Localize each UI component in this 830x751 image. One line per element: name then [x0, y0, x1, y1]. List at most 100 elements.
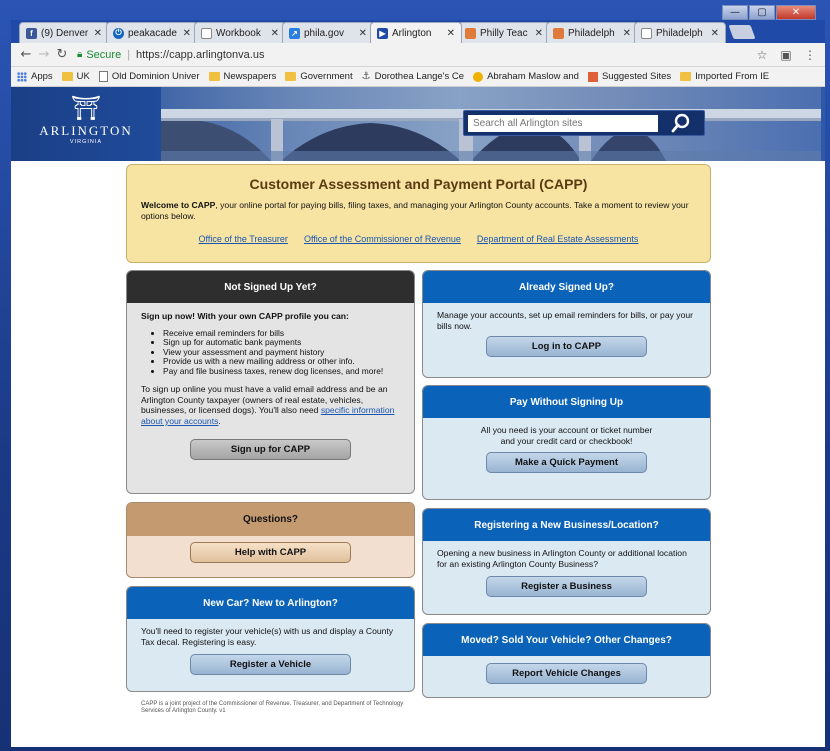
not-signed-up-panel: Not Signed Up Yet? Sign up now! With you…: [126, 270, 415, 494]
url-text[interactable]: https://capp.arlingtonva.us: [136, 49, 264, 61]
window-controls: — ▢ ✕: [722, 5, 816, 20]
phila-icon: ↗: [289, 27, 300, 39]
arlington-logo[interactable]: ⛩︎ ARLINGTON VIRGINIA: [31, 95, 141, 146]
tab-close-icon[interactable]: ✕: [359, 28, 367, 39]
star-icon[interactable]: ☆: [753, 48, 771, 62]
benefits-list: Receive email reminders for bills Sign u…: [163, 328, 400, 377]
help-button[interactable]: Help with CAPP: [190, 542, 351, 563]
extension-icon[interactable]: ▣: [777, 48, 795, 62]
page-icon: [641, 27, 652, 39]
arlington-house-icon: ⛩︎: [70, 95, 102, 122]
apps-icon: [17, 71, 27, 82]
bookmark-dorothea-lange[interactable]: ⚓︎ Dorothea Lange's Ce: [362, 71, 464, 82]
bookmark-label: Apps: [31, 71, 53, 82]
reload-icon[interactable]: ↻: [53, 47, 71, 62]
panel-title: Not Signed Up Yet?: [127, 271, 414, 303]
questions-panel: Questions? Help with CAPP: [126, 502, 415, 578]
pay-text-line-1: All you need is your account or ticket n…: [480, 425, 653, 435]
tab-label: (9) Denver: [41, 27, 89, 39]
tab-close-icon[interactable]: ✕: [711, 28, 719, 39]
logo-subtitle: VIRGINIA: [69, 139, 103, 145]
new-business-text: Opening a new business in Arlington Coun…: [437, 548, 687, 569]
bookmark-maslow[interactable]: Abraham Maslow and: [473, 71, 579, 82]
tab-philadelphia-2[interactable]: Philadelph ✕: [634, 22, 726, 43]
lock-icon: 🔒︎: [77, 49, 83, 60]
forward-icon[interactable]: →: [35, 47, 53, 62]
folder-icon: [61, 72, 73, 81]
list-item: Pay and file business taxes, renew dog l…: [163, 366, 400, 377]
register-business-button[interactable]: Register a Business: [486, 576, 647, 597]
suggested-sites-icon: [587, 71, 598, 82]
quick-payment-button[interactable]: Make a Quick Payment: [486, 452, 647, 473]
intro-bold: Welcome to CAPP: [141, 200, 216, 210]
folder-icon: [208, 72, 220, 81]
tab-label: Arlington: [392, 27, 432, 39]
link-commissioner-revenue[interactable]: Office of the Commissioner of Revenue: [304, 234, 461, 244]
facebook-icon: f: [26, 27, 37, 39]
address-bar[interactable]: 🔒︎ Secure | https://capp.arlingtonva.us: [77, 46, 741, 64]
bookmark-imported-ie[interactable]: Imported From IE: [680, 71, 769, 82]
footer-note: CAPP is a joint project of the Commissio…: [141, 701, 404, 714]
back-icon[interactable]: ←: [17, 47, 35, 62]
bookmark-apps[interactable]: Apps: [17, 71, 53, 82]
browser-toolbar: ← → ↻ 🔒︎ Secure | https://capp.arlington…: [11, 43, 825, 67]
report-vehicle-changes-button[interactable]: Report Vehicle Changes: [486, 663, 647, 684]
bookmark-newspapers[interactable]: Newspapers: [208, 71, 277, 82]
bookmark-label: Newspapers: [223, 71, 277, 82]
tab-philly-teachers[interactable]: Philly Teac ✕: [458, 22, 550, 43]
tab-close-icon[interactable]: ✕: [94, 28, 102, 39]
tab-close-icon[interactable]: ✕: [535, 28, 543, 39]
search-icon: [671, 113, 690, 133]
new-car-text: You'll need to register your vehicle(s) …: [141, 626, 394, 647]
page-icon: [201, 27, 212, 39]
tab-philadelphia-1[interactable]: Philadelph ✕: [546, 22, 638, 43]
site-header: ⛩︎ ARLINGTON VIRGINIA: [11, 87, 825, 161]
requirements-end: .: [218, 415, 221, 426]
tab-label: Workbook: [216, 27, 261, 39]
new-tab-button[interactable]: [728, 25, 756, 39]
panel-title: Pay Without Signing Up: [423, 386, 710, 418]
tab-close-icon[interactable]: ✕: [271, 28, 279, 39]
panel-title: Moved? Sold Your Vehicle? Other Changes?: [423, 624, 710, 656]
close-icon[interactable]: ✕: [776, 5, 816, 20]
link-treasurer[interactable]: Office of the Treasurer: [199, 234, 288, 244]
bookmark-label: Government: [300, 71, 353, 82]
tab-label: phila.gov: [304, 27, 345, 39]
capp-intro-text: Welcome to CAPP, your online portal for …: [127, 200, 710, 222]
capp-intro-panel: Customer Assessment and Payment Portal (…: [126, 164, 711, 263]
browser-window: f (9) Denver ✕ ⏻ peakacade ✕ Workbook ✕ …: [11, 20, 825, 747]
bookmark-uk[interactable]: UK: [61, 71, 90, 82]
tab-label: Philadelph: [656, 27, 703, 39]
sign-up-button[interactable]: Sign up for CAPP: [190, 439, 351, 461]
site-search: [463, 110, 705, 136]
tab-denver[interactable]: f (9) Denver ✕: [19, 22, 109, 43]
tab-strip: f (9) Denver ✕ ⏻ peakacade ✕ Workbook ✕ …: [11, 20, 825, 43]
folder-icon: [680, 72, 692, 81]
login-button[interactable]: Log in to CAPP: [486, 336, 647, 357]
tab-workbook[interactable]: Workbook ✕: [194, 22, 286, 43]
signup-lead: Sign up now! With your own CAPP profile …: [141, 311, 349, 321]
search-input[interactable]: [468, 114, 658, 132]
tab-peakacademy[interactable]: ⏻ peakacade ✕: [106, 22, 198, 43]
tab-close-icon[interactable]: ✕: [623, 28, 631, 39]
bookmark-government[interactable]: Government: [285, 71, 353, 82]
bookmark-suggested-sites[interactable]: Suggested Sites: [587, 71, 671, 82]
tab-close-icon[interactable]: ✕: [183, 28, 191, 39]
tab-arlington[interactable]: ▶ Arlington ✕: [370, 22, 462, 43]
maximize-icon[interactable]: ▢: [749, 5, 775, 20]
menu-icon[interactable]: ⋮: [801, 48, 819, 62]
intro-rest: , your online portal for paying bills, f…: [141, 200, 689, 221]
panel-title: New Car? New to Arlington?: [127, 587, 414, 619]
panel-title: Already Signed Up?: [423, 271, 710, 303]
register-vehicle-button[interactable]: Register a Vehicle: [190, 654, 351, 675]
minimize-icon[interactable]: —: [722, 5, 748, 20]
tab-phila-gov[interactable]: ↗ phila.gov ✕: [282, 22, 374, 43]
bookmark-odu[interactable]: Old Dominion Univer: [98, 71, 200, 82]
already-signed-up-panel: Already Signed Up? Manage your accounts,…: [422, 270, 711, 378]
search-button[interactable]: [664, 112, 698, 134]
moved-changes-panel: Moved? Sold Your Vehicle? Other Changes?…: [422, 623, 711, 698]
tab-close-icon[interactable]: ✕: [447, 28, 455, 39]
link-real-estate-assessments[interactable]: Department of Real Estate Assessments: [477, 234, 639, 244]
bookmark-label: UK: [76, 71, 90, 82]
folder-icon: [285, 72, 297, 81]
